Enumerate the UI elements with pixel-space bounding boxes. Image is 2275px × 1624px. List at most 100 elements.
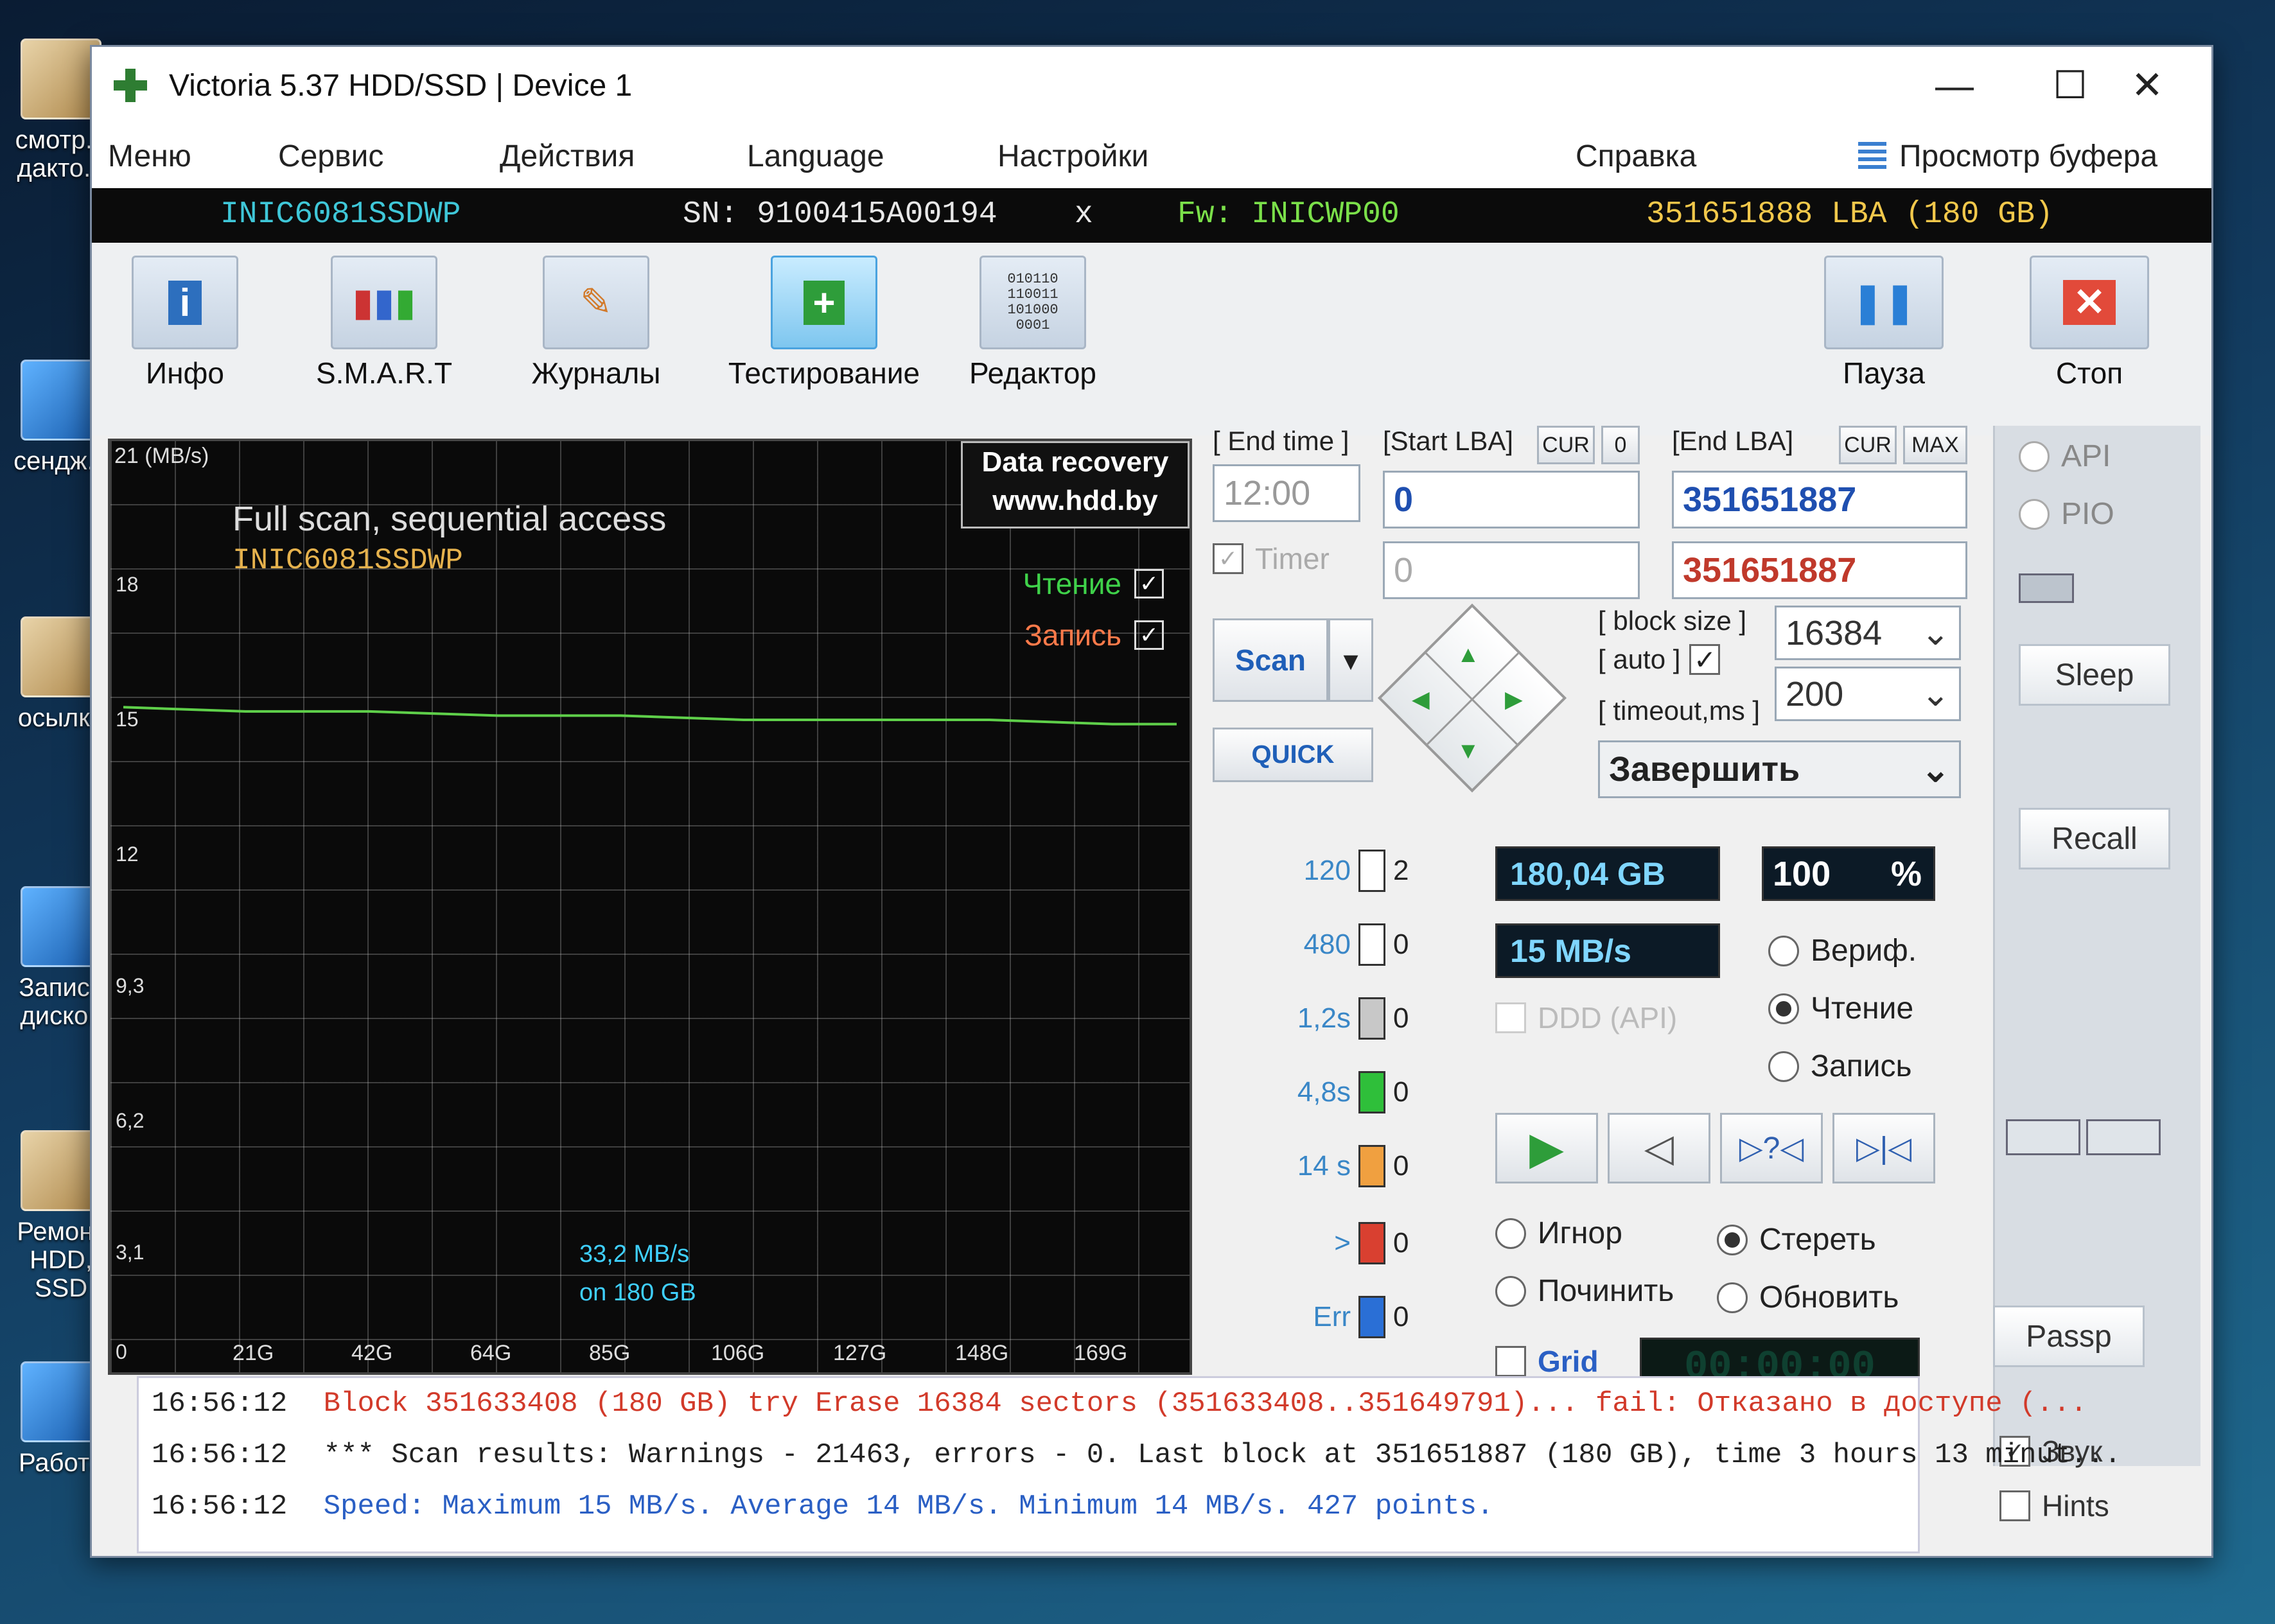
menu-item-menu[interactable]: Меню — [108, 139, 191, 174]
legend-row: 120 2 — [1280, 850, 1409, 892]
log-time: 16:56:12 — [152, 1490, 288, 1523]
legend-label: 480 — [1303, 929, 1351, 960]
end-icon: ▷|◁ — [1856, 1131, 1912, 1166]
small-button-1[interactable] — [2006, 1119, 2080, 1155]
tool-logs[interactable]: ✎ Журналы — [516, 256, 676, 390]
device-close-x[interactable]: x — [1075, 197, 1093, 232]
pio-option[interactable]: PIO — [2019, 496, 2114, 532]
close-button[interactable]: ✕ — [2083, 47, 2211, 124]
minimize-button[interactable]: — — [1890, 47, 2019, 124]
end-lba-cur-button[interactable]: CUR — [1839, 426, 1897, 464]
y-tick: 0 — [116, 1340, 127, 1363]
read-checkbox[interactable]: ✓ — [1134, 569, 1164, 598]
radio-dot — [1495, 1275, 1526, 1307]
hints-toggle[interactable]: Hints — [1999, 1489, 2109, 1523]
hints-checkbox[interactable] — [1999, 1490, 2030, 1521]
graph-device: INIC6081SSDWP — [233, 544, 463, 577]
mode-read[interactable]: Чтение — [1768, 991, 1913, 1026]
timeout-select[interactable]: 200 ⌄ — [1775, 667, 1961, 721]
menu-item-help[interactable]: Справка — [1576, 139, 1696, 174]
arrow-down-icon[interactable]: ▼ — [1457, 737, 1480, 764]
log-row: 16:56:12 *** Scan results: Warnings - 21… — [152, 1439, 2121, 1471]
end-lba-input[interactable]: 351651887 — [1672, 471, 1967, 528]
step-button[interactable]: ▷?◁ — [1720, 1113, 1823, 1183]
back-button[interactable]: ◁ — [1608, 1113, 1710, 1183]
device-bar: INIC6081SSDWP SN: 9100415A00194 x Fw: IN… — [92, 188, 2211, 243]
ddd-toggle[interactable]: DDD (API) — [1495, 1000, 1677, 1035]
action-fix[interactable]: Починить — [1495, 1273, 1674, 1309]
y-tick: 6,2 — [116, 1109, 145, 1132]
start-lba-input[interactable]: 0 — [1383, 471, 1640, 528]
read-toggle[interactable]: Чтение ✓ — [1023, 566, 1164, 601]
tool-editor[interactable]: 010110 110011 101000 0001 Редактор — [953, 256, 1113, 390]
menu-item-service[interactable]: Сервис — [278, 139, 383, 174]
radio-dot — [2019, 498, 2050, 530]
y-tick: 15 — [116, 708, 139, 731]
tool-testing[interactable]: + Тестирование — [721, 256, 927, 390]
pause-button[interactable]: ❚❚ Пауза — [1813, 256, 1954, 390]
tool-info-label: Инфо — [146, 356, 224, 390]
x-tick: 85G — [589, 1341, 631, 1365]
start-lba-cur-button[interactable]: CUR — [1537, 426, 1595, 464]
auto-toggle[interactable]: [ auto ] ✓ — [1598, 644, 1721, 675]
grid-checkbox[interactable] — [1495, 1346, 1526, 1377]
tool-logs-label: Журналы — [531, 356, 661, 390]
read-label: Чтение — [1023, 567, 1121, 600]
start-lba-current: 0 — [1383, 541, 1640, 599]
promo-box[interactable]: Data recovery www.hdd.by — [961, 441, 1190, 528]
small-button-2[interactable] — [2086, 1119, 2161, 1155]
start-lba-zero-button[interactable]: 0 — [1601, 426, 1640, 464]
legend-row: 480 0 — [1280, 923, 1409, 966]
menu-item-language[interactable]: Language — [747, 139, 884, 174]
window-title: Victoria 5.37 HDD/SSD | Device 1 — [169, 68, 633, 103]
write-toggle[interactable]: Запись ✓ — [1024, 618, 1164, 652]
timer-toggle[interactable]: ✓ Timer — [1213, 541, 1330, 576]
tool-smart[interactable]: ▮ ▮ ▮ S.M.A.R.T — [304, 256, 464, 390]
sleep-button[interactable]: Sleep — [2019, 644, 2170, 706]
y-tick: 12 — [116, 843, 139, 866]
legend-count: 0 — [1393, 1076, 1409, 1108]
speed-note-2: on 180 GB — [579, 1279, 696, 1306]
tool-smart-label: S.M.A.R.T — [315, 356, 453, 390]
block-size-select[interactable]: 16384 ⌄ — [1775, 606, 1961, 660]
chevron-down-icon: ▾ — [1343, 643, 1358, 677]
write-checkbox[interactable]: ✓ — [1134, 620, 1164, 650]
passp-button[interactable]: Passp — [1993, 1305, 2145, 1367]
legend-swatch — [1358, 850, 1385, 892]
menu-item-settings[interactable]: Настройки — [997, 139, 1148, 174]
log-panel[interactable]: 16:56:12 Block 351633408 (180 GB) try Er… — [137, 1376, 2121, 1553]
quick-button[interactable]: QUICK — [1213, 728, 1373, 782]
mode-verify[interactable]: Вериф. — [1768, 933, 1917, 968]
legend-label: > — [1334, 1227, 1351, 1259]
legend-count: 0 — [1393, 929, 1409, 960]
end-time-input[interactable]: 12:00 — [1213, 464, 1360, 522]
action-refresh[interactable]: Обновить — [1717, 1280, 1899, 1315]
scan-dropdown-button[interactable]: ▾ — [1328, 618, 1373, 702]
end-lba-max-button[interactable]: MAX — [1903, 426, 1967, 464]
arrow-left-icon[interactable]: ◀ — [1412, 686, 1430, 713]
radio-dot — [1768, 1051, 1799, 1082]
device-firmware: Fw: INICWP00 — [1177, 197, 1400, 232]
end-button[interactable]: ▷|◁ — [1832, 1113, 1935, 1183]
menu-item-actions[interactable]: Действия — [500, 139, 635, 174]
arrow-up-icon[interactable]: ▲ — [1457, 641, 1480, 668]
mode-write[interactable]: Запись — [1768, 1049, 1912, 1084]
scan-button[interactable]: Scan — [1213, 618, 1328, 702]
stop-button[interactable]: ✕ Стоп — [2019, 256, 2160, 390]
play-button[interactable]: ▶ — [1495, 1113, 1598, 1183]
y-tick: 9,3 — [116, 974, 145, 997]
finish-action-select[interactable]: Завершить ⌄ — [1598, 740, 1961, 798]
timer-checkbox[interactable]: ✓ — [1213, 543, 1243, 574]
ddd-checkbox[interactable] — [1495, 1002, 1526, 1033]
action-ignore[interactable]: Игнор — [1495, 1216, 1622, 1251]
arrow-right-icon[interactable]: ▶ — [1505, 686, 1523, 713]
grid-toggle[interactable]: Grid — [1495, 1344, 1599, 1379]
buffer-view-button[interactable]: Просмотр буфера — [1858, 139, 2157, 174]
recall-button[interactable]: Recall — [2019, 808, 2170, 869]
action-erase[interactable]: Стереть — [1717, 1222, 1876, 1257]
tool-info[interactable]: i Инфо — [105, 256, 265, 390]
auto-checkbox[interactable]: ✓ — [1689, 644, 1721, 675]
chevron-down-icon: ⌄ — [1920, 750, 1950, 789]
pause-label: Пауза — [1843, 356, 1925, 390]
api-option[interactable]: API — [2019, 439, 2111, 474]
